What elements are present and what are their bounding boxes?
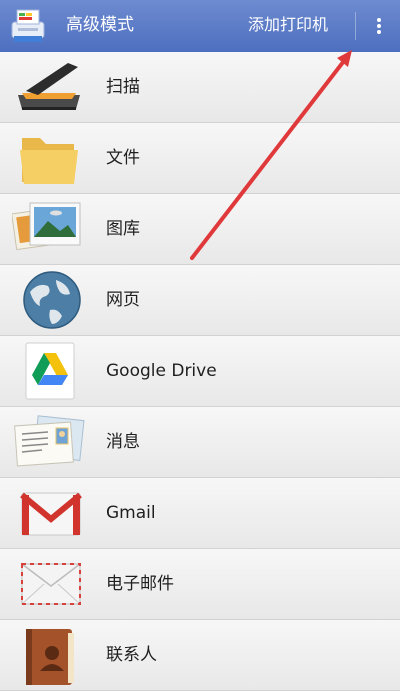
- item-label: 消息: [106, 432, 140, 452]
- google-drive-icon: [25, 342, 75, 400]
- item-label: 电子邮件: [106, 574, 174, 594]
- postcard-icon: [14, 415, 85, 467]
- folder-icon: [20, 138, 78, 184]
- divider: [355, 12, 356, 40]
- list-item-google-drive[interactable]: Google Drive: [0, 336, 400, 407]
- item-label: 图库: [106, 219, 140, 239]
- add-printer-button[interactable]: 添加打印机: [248, 14, 328, 36]
- app-bar: 高级模式 添加打印机: [0, 0, 400, 52]
- list-item-email[interactable]: 电子邮件: [0, 549, 400, 620]
- list-item-messages[interactable]: 消息: [0, 407, 400, 478]
- list-item-gallery[interactable]: 图库: [0, 194, 400, 265]
- list-item-scan[interactable]: 扫描: [0, 52, 400, 123]
- scanner-icon: [18, 63, 80, 110]
- item-label: Gmail: [106, 503, 156, 523]
- list-item-gmail[interactable]: Gmail: [0, 478, 400, 549]
- page-title: 高级模式: [66, 15, 134, 35]
- list-item-web[interactable]: 网页: [0, 265, 400, 336]
- more-vert-icon: [377, 18, 381, 34]
- overflow-menu-button[interactable]: [358, 0, 400, 52]
- item-label: Google Drive: [106, 361, 217, 381]
- gmail-icon: [20, 492, 82, 536]
- item-label: 文件: [106, 148, 140, 168]
- item-label: 扫描: [106, 77, 140, 97]
- list-item-contacts[interactable]: 联系人: [0, 620, 400, 691]
- photos-icon: [12, 202, 81, 251]
- print-source-list: 扫描 文件 图库 网页 Google Drive 消息 Gmail 电子邮件 联…: [0, 52, 400, 691]
- list-item-files[interactable]: 文件: [0, 123, 400, 194]
- globe-icon: [23, 271, 81, 329]
- item-label: 联系人: [106, 645, 157, 665]
- item-label: 网页: [106, 290, 140, 310]
- envelope-icon: [21, 563, 81, 605]
- printer-icon[interactable]: [8, 6, 48, 46]
- contacts-book-icon: [26, 629, 74, 685]
